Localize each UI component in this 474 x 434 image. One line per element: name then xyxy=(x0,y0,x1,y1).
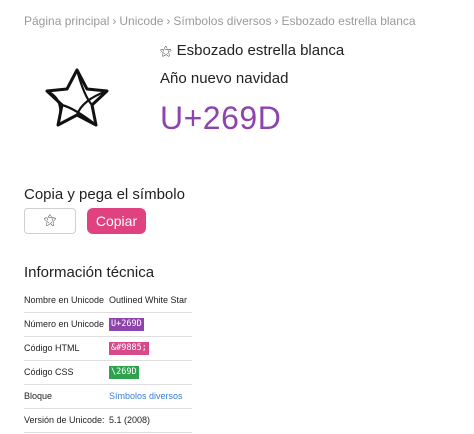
table-row: Código CSS \269D xyxy=(24,360,192,385)
tech-info-heading: Información técnica xyxy=(24,264,155,281)
table-row: Número en Unicode U+269D xyxy=(24,312,192,337)
breadcrumb-separator: › xyxy=(112,14,117,28)
copy-symbol-field[interactable]: ⚝ xyxy=(24,208,76,234)
table-row: Bloque Símbolos diversos xyxy=(24,384,192,409)
unicode-code-point: U+269D xyxy=(160,100,282,136)
table-row: Versión de Unicode: 5.1 (2008) xyxy=(24,408,192,433)
html-code-badge[interactable]: &#9885; xyxy=(109,341,149,355)
symbol-name: Esbozado estrella blanca xyxy=(176,42,345,59)
tech-info-table: Nombre en Unicode Outlined White Star Nú… xyxy=(24,288,192,433)
tech-value: Outlined White Star xyxy=(109,288,192,313)
outlined-star-icon xyxy=(44,66,110,128)
tech-key: Versión de Unicode: xyxy=(24,408,109,433)
tech-key: Código CSS xyxy=(24,360,109,385)
breadcrumb-unicode-link[interactable]: Unicode xyxy=(119,14,163,28)
block-link[interactable]: Símbolos diversos xyxy=(109,391,183,401)
symbol-glyph: ⚝ xyxy=(160,44,172,58)
symbol-subtitle: Año nuevo navidad xyxy=(160,70,289,87)
breadcrumb-home-link[interactable]: Página principal xyxy=(24,14,109,28)
breadcrumb-separator: › xyxy=(274,14,279,28)
tech-key: Número en Unicode xyxy=(24,312,109,337)
symbol-title: ⚝ Esbozado estrella blanca xyxy=(160,42,344,59)
tech-key: Nombre en Unicode xyxy=(24,288,109,313)
table-row: Nombre en Unicode Outlined White Star xyxy=(24,288,192,313)
breadcrumb: Página principal › Unicode › Símbolos divers… xyxy=(24,14,416,28)
breadcrumb-block-link[interactable]: Símbolos diversos xyxy=(173,14,271,28)
tech-key: Código HTML xyxy=(24,336,109,361)
breadcrumb-current: Esbozado estrella blanca xyxy=(281,14,416,28)
copy-section-heading: Copia y pega el símbolo xyxy=(24,186,185,203)
breadcrumb-separator: › xyxy=(166,14,171,28)
css-code-badge[interactable]: \269D xyxy=(109,365,139,379)
table-row: Código HTML &#9885; xyxy=(24,336,192,361)
unicode-number-badge[interactable]: U+269D xyxy=(109,317,144,331)
tech-value: 5.1 (2008) xyxy=(109,408,192,433)
copy-button[interactable]: Copiar xyxy=(87,208,146,234)
tech-key: Bloque xyxy=(24,384,109,409)
